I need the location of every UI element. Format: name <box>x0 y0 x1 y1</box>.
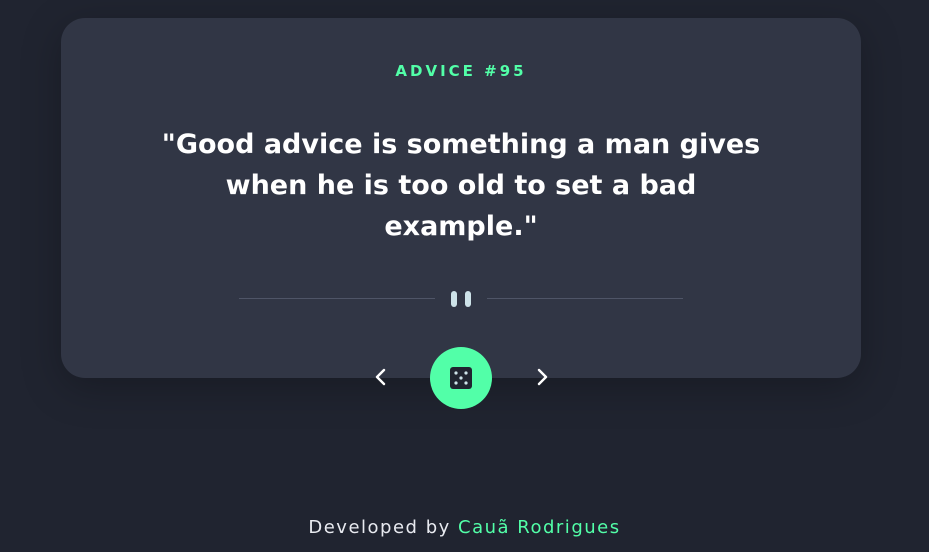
divider-line-right <box>487 298 683 299</box>
pause-icon <box>450 291 472 307</box>
footer-prefix: Developed by <box>308 517 451 538</box>
dice-icon <box>450 367 472 389</box>
footer-credit: Developed by Cauã Rodrigues <box>0 517 929 538</box>
author-link[interactable]: Cauã Rodrigues <box>458 517 621 538</box>
dice-button[interactable] <box>430 347 492 409</box>
advice-number: ADVICE #95 <box>395 62 527 80</box>
previous-advice-button[interactable] <box>368 364 394 390</box>
next-advice-button[interactable] <box>529 364 555 390</box>
divider-line-left <box>239 298 435 299</box>
pattern-divider <box>239 290 683 308</box>
chevron-left-icon <box>375 368 386 386</box>
advice-quote: "Good advice is something a man gives wh… <box>161 129 761 242</box>
chevron-right-icon <box>537 368 548 386</box>
advice-card: ADVICE #95 "Good advice is something a m… <box>61 18 861 378</box>
